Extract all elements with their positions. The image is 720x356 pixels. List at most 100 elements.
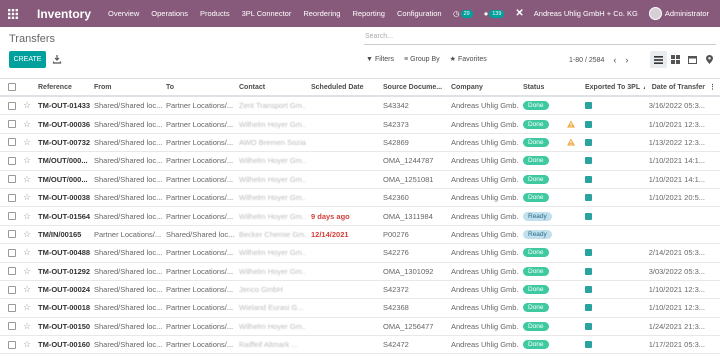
activities-badge: 29 (460, 9, 473, 18)
table-row[interactable]: ☆ TM/OUT/000... Shared/Shared loc... Partne… (0, 152, 720, 171)
star-icon[interactable]: ☆ (23, 152, 33, 169)
header-scheduled-date[interactable]: Scheduled Date (311, 79, 379, 95)
star-icon[interactable]: ☆ (23, 134, 33, 151)
top-navbar: Inventory Overview Operations Products 3… (0, 0, 720, 27)
header-company[interactable]: Company (451, 79, 519, 95)
row-checkbox[interactable] (8, 281, 18, 298)
header-from[interactable]: From (94, 79, 162, 95)
contact-cell: Wilhelm Hoyer Gm... (239, 266, 306, 276)
table-row[interactable]: ☆ TM-OUT-01292 Shared/Shared loc... Partner… (0, 263, 720, 281)
apps-menu-icon[interactable] (0, 0, 26, 27)
table-row[interactable]: ☆ TM-OUT-00018 Shared/Shared loc... Partner… (0, 299, 720, 318)
header-status[interactable]: Status (523, 79, 565, 95)
warning-cell (567, 299, 581, 316)
header-reference[interactable]: Reference (38, 79, 92, 95)
to-location-cell: Shared/Shared loc... (166, 229, 234, 239)
row-checkbox[interactable] (8, 263, 18, 280)
star-icon[interactable]: ☆ (23, 115, 33, 132)
exported-cell (585, 97, 645, 114)
table-row[interactable]: ☆ TM-OUT-00024 Shared/Shared loc... Partner… (0, 281, 720, 300)
search-input[interactable]: Search... (364, 30, 716, 45)
star-icon[interactable]: ☆ (23, 97, 33, 114)
contact-cell: Wilhelm Hoyer Gm... (239, 156, 306, 166)
star-icon[interactable]: ☆ (23, 189, 33, 206)
pager: 1-80 / 2584 ‹ › (569, 55, 628, 65)
star-icon[interactable]: ☆ (23, 318, 33, 335)
star-icon[interactable]: ☆ (23, 263, 33, 280)
company-switcher[interactable]: Andreas Uhlig GmbH + Co. KG (534, 9, 638, 18)
row-checkbox[interactable] (8, 226, 18, 243)
source-document-cell: OMA_1311984 (383, 211, 433, 221)
table-row[interactable]: ☆ TM/OUT/000... Shared/Shared loc... Partne… (0, 171, 720, 189)
source-document-cell: S42372 (383, 285, 409, 295)
select-all-checkbox[interactable] (8, 79, 18, 95)
table-row[interactable]: ☆ TM-OUT-01564 Shared/Shared loc... Partner… (0, 207, 720, 226)
activities-button[interactable]: ◷ 29 (453, 9, 473, 18)
star-icon[interactable]: ☆ (23, 336, 33, 353)
messages-button[interactable]: ● 139 (484, 9, 505, 18)
kanban-view-icon[interactable] (667, 51, 684, 68)
header-date-of-transfer[interactable]: Date of Transfer (649, 79, 705, 95)
header-exported-to-3pl[interactable]: Exported To 3PL ▲ (585, 79, 645, 95)
header-source-document[interactable]: Source Docume... (383, 79, 447, 95)
row-checkbox[interactable] (8, 244, 18, 261)
calendar-view-icon[interactable] (684, 51, 701, 68)
row-checkbox[interactable] (8, 318, 18, 335)
menu-products[interactable]: Products (200, 9, 230, 18)
star-icon[interactable]: ☆ (23, 226, 33, 243)
app-title[interactable]: Inventory (37, 7, 91, 21)
table-row[interactable]: ☆ TM-OUT-00488 Shared/Shared loc... Partner… (0, 244, 720, 263)
filters-button[interactable]: ▼ Filters (366, 55, 394, 63)
row-checkbox[interactable] (8, 336, 18, 353)
reference-cell: TM/OUT/000... (38, 156, 88, 166)
star-icon[interactable]: ☆ (23, 171, 33, 188)
row-checkbox[interactable] (8, 189, 18, 206)
row-checkbox[interactable] (8, 299, 18, 316)
table-row[interactable]: ☆ TM-OUT-00038 Shared/Shared loc... Partner… (0, 189, 720, 208)
row-checkbox[interactable] (8, 115, 18, 132)
row-checkbox[interactable] (8, 207, 18, 224)
menu-3pl-connector[interactable]: 3PL Connector (242, 9, 292, 18)
download-icon[interactable] (52, 54, 62, 64)
contact-cell: Wilhelm Hoyer Gm... (239, 174, 306, 184)
contact-cell: Wilhelm Hoyer Gm... (239, 119, 306, 129)
table-row[interactable]: ☆ TM-OUT-01433 Shared/Shared loc... Partner… (0, 97, 720, 116)
create-button[interactable]: CREATE (9, 51, 46, 68)
list-view-icon[interactable] (650, 51, 667, 68)
exported-check-icon (585, 120, 592, 128)
contact-cell: Zent Transport Gm... (239, 101, 306, 111)
table-row[interactable]: ☆ TM-OUT-00732 Shared/Shared loc... Partner… (0, 134, 720, 153)
table-row[interactable]: ☆ TM-OUT-00036 Shared/Shared loc... Partner… (0, 115, 720, 134)
close-icon[interactable]: ✕ (515, 8, 523, 19)
chevron-left-icon[interactable]: ‹ (613, 55, 616, 65)
optional-columns-icon[interactable]: ⋮ (709, 79, 717, 95)
header-to[interactable]: To (166, 79, 234, 95)
star-icon[interactable]: ☆ (23, 299, 33, 316)
table-row[interactable]: ☆ TM-OUT-00150 Shared/Shared loc... Partner… (0, 318, 720, 337)
row-checkbox[interactable] (8, 152, 18, 169)
table-row[interactable]: ☆ TM/IN/00165 Partner Locations/... Shared/… (0, 226, 720, 245)
status-cell: Done (523, 97, 565, 114)
star-icon[interactable]: ☆ (23, 281, 33, 298)
menu-operations[interactable]: Operations (151, 9, 188, 18)
pager-value[interactable]: 1-80 / 2584 (569, 57, 604, 64)
chevron-right-icon[interactable]: › (625, 55, 628, 65)
menu-reporting[interactable]: Reporting (352, 9, 385, 18)
from-location-cell: Shared/Shared loc... (94, 101, 162, 111)
row-checkbox[interactable] (8, 134, 18, 151)
table-row[interactable]: ☆ TM-OUT-00160 Shared/Shared loc... Partner… (0, 336, 720, 355)
header-contact[interactable]: Contact (239, 79, 306, 95)
map-view-icon[interactable] (701, 51, 718, 68)
menu-configuration[interactable]: Configuration (397, 9, 442, 18)
warning-cell (567, 115, 581, 132)
row-checkbox[interactable] (8, 97, 18, 114)
menu-overview[interactable]: Overview (108, 9, 139, 18)
row-checkbox[interactable] (8, 171, 18, 188)
star-icon[interactable]: ☆ (23, 244, 33, 261)
favorites-button[interactable]: ★ Favorites (450, 55, 487, 64)
groupby-button[interactable]: ≡ Group By (404, 55, 440, 63)
star-icon[interactable]: ☆ (23, 207, 33, 224)
menu-reordering[interactable]: Reordering (303, 9, 340, 18)
user-menu[interactable]: Administrator (648, 7, 709, 20)
warning-cell (567, 207, 581, 224)
